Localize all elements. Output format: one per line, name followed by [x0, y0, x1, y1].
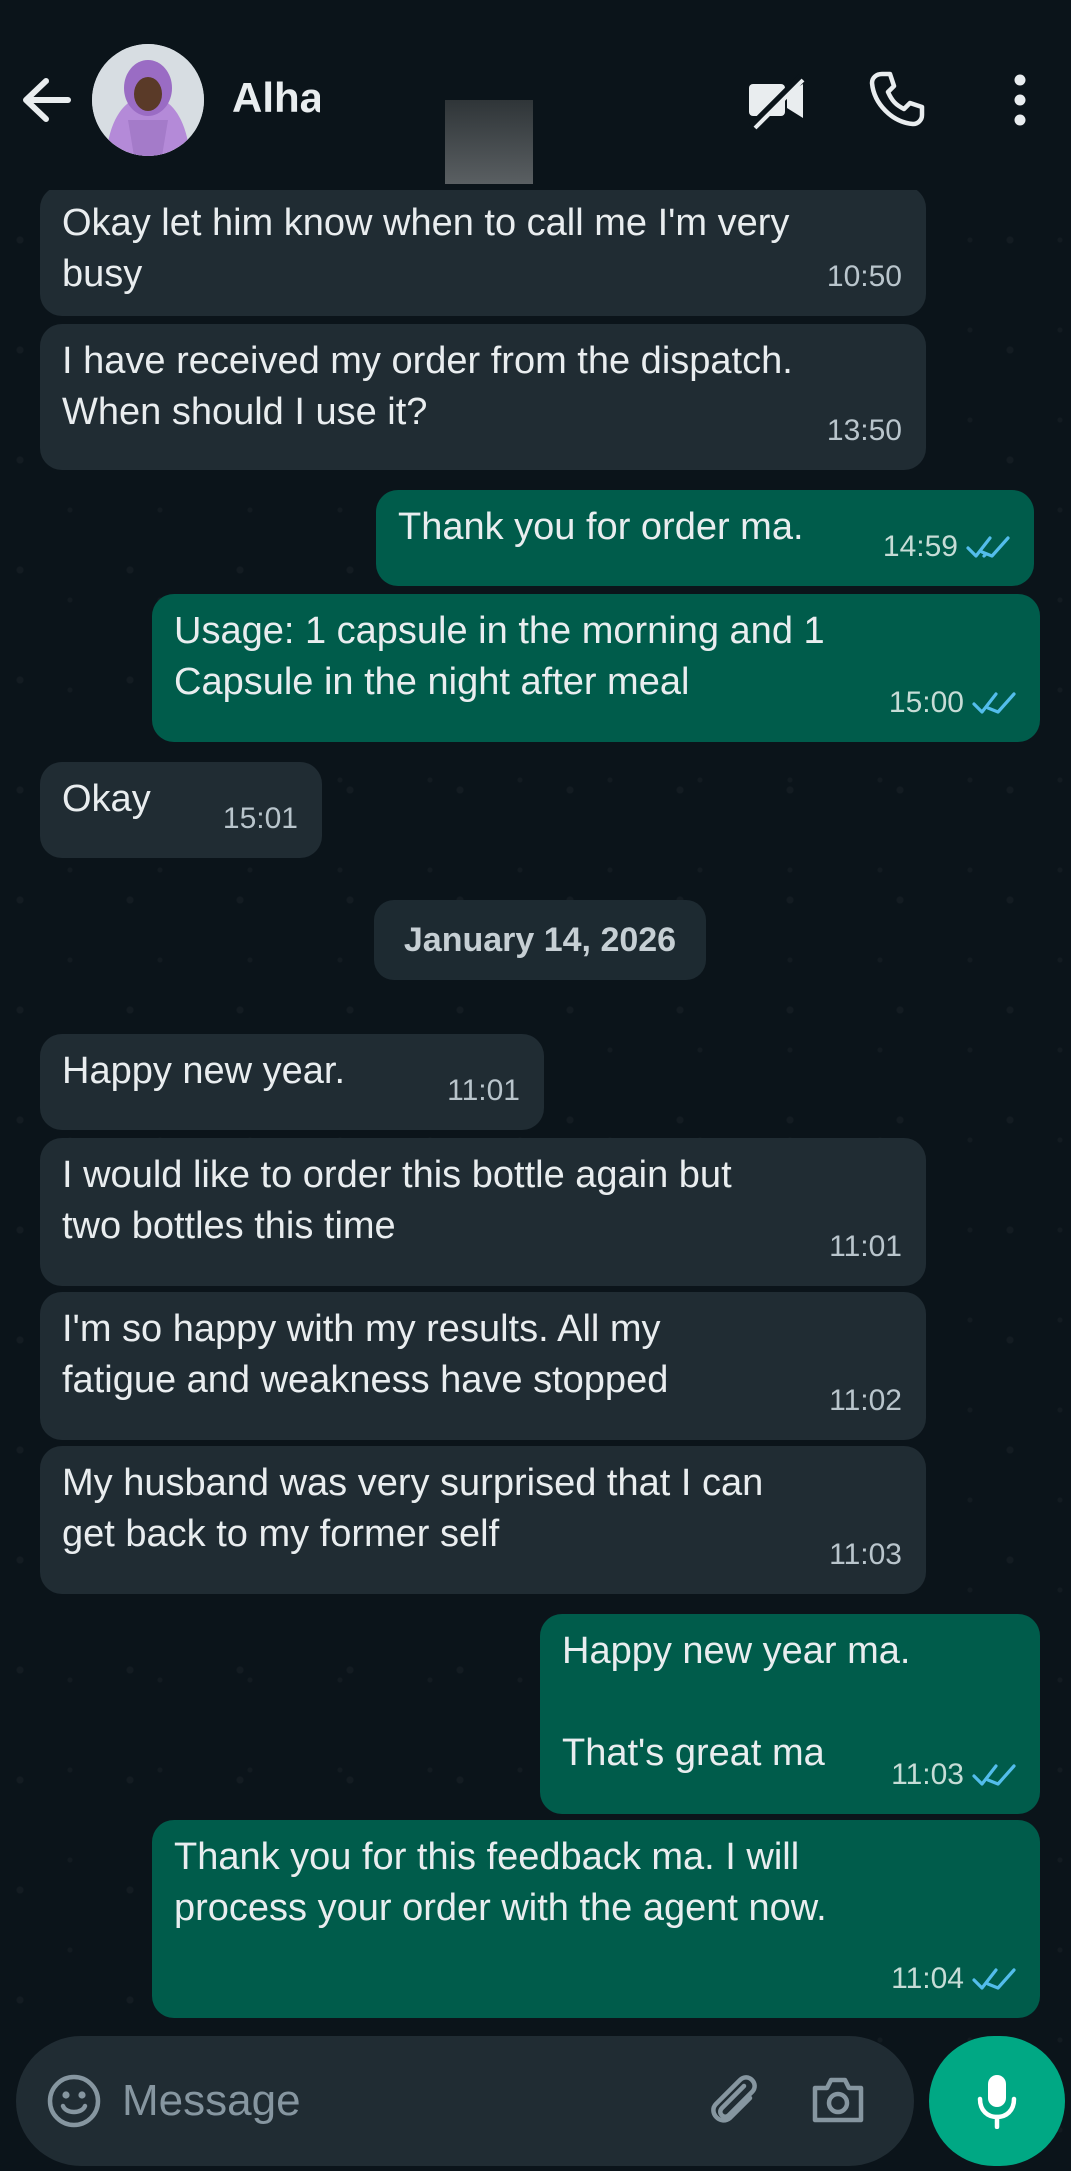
back-arrow-icon[interactable] — [20, 75, 74, 125]
microphone-icon — [977, 2075, 1017, 2129]
message-text: Thank you for this feedback ma. I will p… — [174, 1836, 827, 1929]
message-time: 13:50 — [826, 414, 902, 447]
message-text: My husband was very surprised that I can… — [62, 1462, 764, 1555]
video-call-icon[interactable] — [745, 70, 807, 132]
message-time: 11:03 — [829, 1538, 902, 1571]
message-text: Okay let him know when to call me I'm ve… — [62, 202, 790, 295]
message-incoming[interactable]: My husband was very surprised that I can… — [40, 1446, 926, 1594]
contact-name[interactable]: Alhaja — [232, 74, 320, 122]
message-text: I would like to order this bottle again … — [62, 1154, 732, 1247]
message-incoming[interactable]: Okay 15:01 — [40, 762, 322, 858]
message-outgoing[interactable]: Thank you for this feedback ma. I will p… — [152, 1820, 1040, 2018]
message-time: 15:01 — [222, 802, 298, 835]
message-incoming[interactable]: Happy new year. 11:01 — [40, 1034, 544, 1130]
read-ticks-icon — [972, 1967, 1016, 1990]
avatar-photo-icon — [92, 44, 204, 156]
chat-header: Alhaja — [0, 0, 1071, 190]
attach-paperclip-icon[interactable] — [704, 2070, 764, 2130]
message-time: 11:03 — [891, 1749, 1016, 1800]
avatar[interactable] — [92, 44, 204, 156]
message-outgoing[interactable]: Usage: 1 capsule in the morning and 1 Ca… — [152, 594, 1040, 742]
message-incoming[interactable]: I have received my order from the dispat… — [40, 324, 926, 470]
message-input[interactable] — [120, 2070, 604, 2132]
message-outgoing[interactable]: Happy new year ma. That's great ma 11:03 — [540, 1614, 1040, 1814]
message-incoming[interactable]: Okay let him know when to call me I'm ve… — [40, 186, 926, 316]
more-vert-icon[interactable] — [1000, 70, 1040, 130]
message-incoming[interactable]: I would like to order this bottle again … — [40, 1138, 926, 1286]
message-compose-bar — [16, 2036, 914, 2166]
read-ticks-icon — [972, 1763, 1016, 1786]
message-time: 15:00 — [889, 677, 1016, 728]
redaction-block — [445, 100, 533, 184]
emoji-icon[interactable] — [46, 2073, 102, 2129]
message-list[interactable]: Okay let him know when to call me I'm ve… — [0, 0, 1071, 2040]
message-time: 11:02 — [829, 1384, 902, 1417]
message-time: 10:50 — [826, 260, 902, 293]
read-ticks-icon — [966, 535, 1010, 558]
read-ticks-icon — [972, 691, 1016, 714]
message-time: 14:59 — [883, 521, 1010, 572]
voice-message-button[interactable] — [929, 2036, 1065, 2166]
message-time: 11:01 — [447, 1074, 520, 1107]
message-incoming[interactable]: I'm so happy with my results. All my fat… — [40, 1292, 926, 1440]
message-outgoing[interactable]: Thank you for order ma. 14:59 — [376, 490, 1034, 586]
date-separator: January 14, 2026 — [374, 900, 706, 980]
message-text: I'm so happy with my results. All my fat… — [62, 1308, 669, 1401]
camera-icon[interactable] — [809, 2072, 867, 2128]
message-text: I have received my order from the dispat… — [62, 340, 793, 433]
phone-icon[interactable] — [868, 70, 926, 128]
message-time: 11:01 — [829, 1230, 902, 1263]
message-time: 11:04 — [891, 1953, 1016, 2004]
